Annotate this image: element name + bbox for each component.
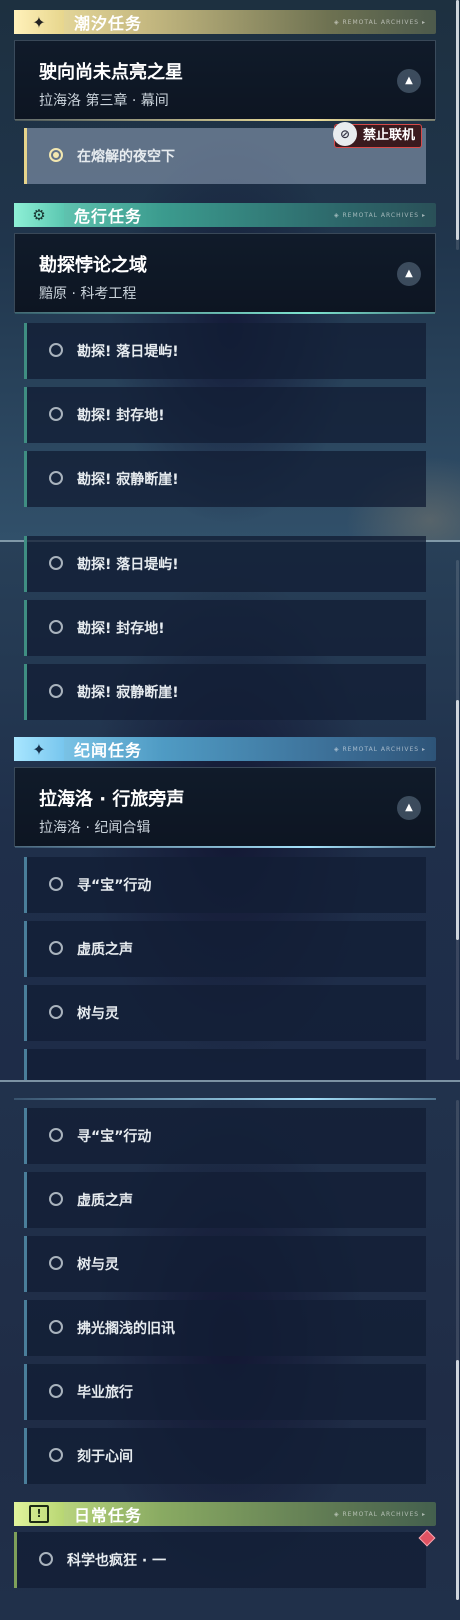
radio-icon xyxy=(49,941,63,955)
radio-icon xyxy=(49,684,63,698)
quest-step-label: 虚质之声 xyxy=(77,1193,133,1209)
quest-step[interactable]: 科学也疯狂 · 一 xyxy=(14,1532,426,1588)
quest-card-baseline xyxy=(15,312,435,314)
quest-card-baseline xyxy=(15,119,435,121)
quest-step[interactable]: 虚质之声 xyxy=(24,921,426,977)
scrollbar[interactable] xyxy=(456,1100,459,1600)
scrollbar[interactable] xyxy=(456,0,459,250)
quest-title: 驶向尚未点亮之星 xyxy=(39,62,183,83)
quest-card-chronicle[interactable]: 拉海洛 · 行旅旁声 拉海洛 · 纪闻合辑 ▲ xyxy=(14,767,436,848)
radio-icon xyxy=(49,471,63,485)
quest-step-partial[interactable] xyxy=(24,1049,426,1080)
alert-icon: ! xyxy=(14,1502,64,1526)
quest-step[interactable]: 刻于心间 xyxy=(24,1428,426,1484)
quest-step-label: 勘探! 封存地! xyxy=(77,408,165,424)
radio-icon xyxy=(39,1552,53,1566)
radio-icon xyxy=(49,877,63,891)
radio-icon xyxy=(49,1256,63,1270)
quest-step[interactable]: 勘探! 落日堤屿! xyxy=(24,536,426,592)
sparkle-icon: ✦ xyxy=(14,737,64,761)
lock-badge-label: 禁止联机 xyxy=(363,128,416,143)
category-header-danger: ⚙ 危行任务 ◈ REMOTAL ARCHIVES ▸ xyxy=(14,203,436,227)
category-deco-text: ◈ REMOTAL ARCHIVES ▸ xyxy=(333,211,426,219)
quest-step[interactable]: 树与灵 xyxy=(24,1236,426,1292)
radio-icon xyxy=(49,1005,63,1019)
quest-step-label: 勘探! 落日堤屿! xyxy=(77,344,179,360)
radio-icon xyxy=(49,407,63,421)
chevron-up-icon[interactable]: ▲ xyxy=(397,69,421,93)
category-label: 潮汐任务 xyxy=(74,14,143,33)
quest-subtitle: 黯原 · 科考工程 xyxy=(39,286,137,302)
sparkle-icon: ✦ xyxy=(14,10,64,34)
quest-step-label: 虚质之声 xyxy=(77,942,133,958)
quest-step-label: 寻“宝”行动 xyxy=(77,878,152,894)
radio-icon xyxy=(49,1192,63,1206)
quest-step-label: 勘探! 落日堤屿! xyxy=(77,557,179,573)
quest-step[interactable]: 勘探! 寂静断崖! xyxy=(24,451,426,507)
quest-step-label: 刻于心间 xyxy=(77,1449,133,1465)
category-deco-text: ◈ REMOTAL ARCHIVES ▸ xyxy=(333,1510,426,1518)
quest-step-label: 勘探! 封存地! xyxy=(77,621,165,637)
radio-icon xyxy=(49,556,63,570)
radio-icon xyxy=(49,1384,63,1398)
scrollbar-thumb[interactable] xyxy=(456,700,459,940)
quest-step[interactable]: 毕业旅行 xyxy=(24,1364,426,1420)
quest-step[interactable]: 寻“宝”行动 xyxy=(24,857,426,913)
quest-step[interactable]: 勘探! 落日堤屿! xyxy=(24,323,426,379)
radio-icon xyxy=(49,1320,63,1334)
radio-icon xyxy=(49,620,63,634)
quest-title: 勘探悖论之域 xyxy=(39,255,147,276)
radio-icon xyxy=(49,343,63,357)
chevron-up-icon[interactable]: ▲ xyxy=(397,796,421,820)
multiplayer-disabled-badge: ⊘ 禁止联机 xyxy=(333,122,423,148)
quest-card-baseline xyxy=(14,1098,436,1100)
quest-step-label: 在熔解的夜空下 xyxy=(77,149,175,165)
quest-step-label: 树与灵 xyxy=(77,1006,119,1022)
category-header-chronicle: ✦ 纪闻任务 ◈ REMOTAL ARCHIVES ▸ xyxy=(14,737,436,761)
quest-card-danger[interactable]: 勘探悖论之域 黯原 · 科考工程 ▲ xyxy=(14,233,436,314)
scrollbar[interactable] xyxy=(456,560,459,1060)
category-deco-text: ◈ REMOTAL ARCHIVES ▸ xyxy=(333,18,426,26)
quest-step[interactable]: 勘探! 寂静断崖! xyxy=(24,664,426,720)
category-label: 危行任务 xyxy=(74,207,143,226)
radio-icon xyxy=(49,1128,63,1142)
quest-step[interactable]: 虚质之声 xyxy=(24,1172,426,1228)
quest-step[interactable]: 拂光搁浅的旧讯 xyxy=(24,1300,426,1356)
radio-icon xyxy=(49,1448,63,1462)
category-header-daily: ! 日常任务 ◈ REMOTAL ARCHIVES ▸ xyxy=(14,1502,436,1526)
quest-step[interactable]: 树与灵 xyxy=(24,985,426,1041)
quest-step[interactable]: 寻“宝”行动 xyxy=(24,1108,426,1164)
category-label: 日常任务 xyxy=(74,1506,143,1525)
quest-step-label: 寻“宝”行动 xyxy=(77,1129,152,1145)
quest-step-label: 科学也疯狂 · 一 xyxy=(67,1553,167,1569)
scrollbar-thumb[interactable] xyxy=(456,0,459,240)
radio-selected-icon xyxy=(49,148,63,162)
quest-step[interactable]: 勘探! 封存地! xyxy=(24,387,426,443)
segment-seam xyxy=(0,1080,460,1082)
quest-step-label: 勘探! 寂静断崖! xyxy=(77,472,179,488)
gear-icon: ⚙ xyxy=(14,203,64,227)
category-header-tide: ✦ 潮汐任务 ◈ REMOTAL ARCHIVES ▸ xyxy=(14,10,436,34)
category-label: 纪闻任务 xyxy=(74,741,143,760)
chevron-up-icon[interactable]: ▲ xyxy=(397,262,421,286)
quest-step-label: 拂光搁浅的旧讯 xyxy=(77,1321,175,1337)
category-deco-text: ◈ REMOTAL ARCHIVES ▸ xyxy=(333,745,426,753)
quest-step[interactable]: 勘探! 封存地! xyxy=(24,600,426,656)
quest-subtitle: 拉海洛 · 纪闻合辑 xyxy=(39,820,151,836)
quest-step-label: 树与灵 xyxy=(77,1257,119,1273)
quest-subtitle: 拉海洛 第三章 · 幕间 xyxy=(39,93,169,109)
quest-card-tide[interactable]: 驶向尚未点亮之星 拉海洛 第三章 · 幕间 ▲ xyxy=(14,40,436,121)
lock-icon: ⊘ xyxy=(333,122,357,146)
quest-card-baseline xyxy=(15,846,435,848)
quest-step-label: 勘探! 寂静断崖! xyxy=(77,685,179,701)
quest-title: 拉海洛 · 行旅旁声 xyxy=(39,789,185,810)
quest-step-label: 毕业旅行 xyxy=(77,1385,133,1401)
scrollbar-thumb[interactable] xyxy=(456,1360,459,1600)
